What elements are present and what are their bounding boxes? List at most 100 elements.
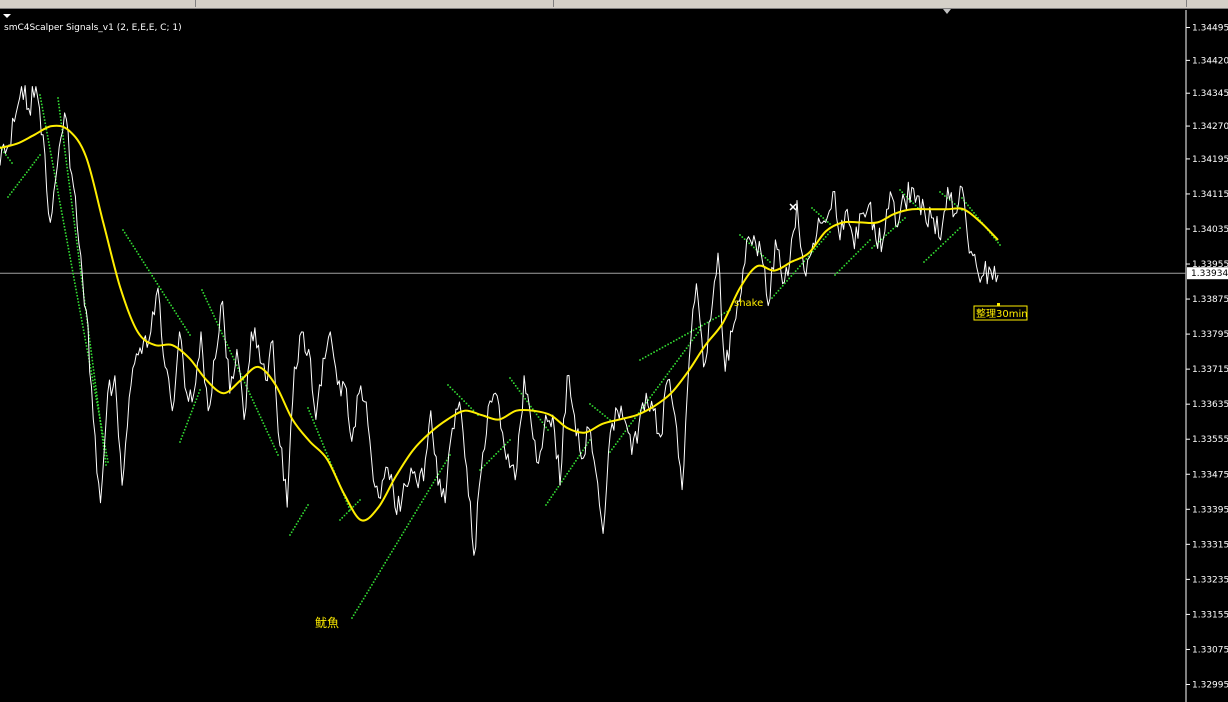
signal-dot xyxy=(66,169,69,172)
signal-dot xyxy=(74,233,77,235)
signal-dot xyxy=(899,221,902,224)
signal-dot xyxy=(701,324,703,327)
signal-dot xyxy=(56,185,58,187)
signal-dot xyxy=(123,231,126,234)
signal-dot xyxy=(499,448,502,451)
signal-dot xyxy=(325,452,328,454)
signal-dot xyxy=(178,318,181,320)
signal-dot xyxy=(89,343,92,346)
signal-dot xyxy=(69,192,72,194)
signal-dot xyxy=(39,94,41,96)
signal-dot xyxy=(796,267,799,270)
signal-dot xyxy=(49,147,51,150)
signal-dot xyxy=(680,355,682,357)
signal-dot xyxy=(675,338,678,341)
signal-dot xyxy=(308,410,311,412)
signal-dot xyxy=(975,214,977,217)
signal-dot xyxy=(289,534,291,536)
signal-dot xyxy=(815,211,818,213)
signal-dot xyxy=(670,342,672,344)
signal-dot xyxy=(514,385,517,387)
signal-dot xyxy=(706,321,709,324)
signal-dot xyxy=(624,430,627,433)
signal-dot xyxy=(83,335,86,338)
signal-dot xyxy=(947,238,949,241)
signal-dot xyxy=(511,379,513,382)
signal-dot xyxy=(834,274,836,276)
signal-dot xyxy=(82,326,84,328)
signal-dot xyxy=(391,550,393,553)
signal-dot xyxy=(130,242,133,245)
signal-dot xyxy=(142,261,145,264)
signal-dot xyxy=(292,528,295,531)
signal-dot xyxy=(547,429,549,431)
signal-dot xyxy=(189,334,191,336)
signal-dot xyxy=(345,512,348,515)
signal-dot xyxy=(871,247,873,249)
signal-dot xyxy=(318,434,320,436)
signal-dot xyxy=(681,335,683,338)
signal-dot xyxy=(53,169,55,172)
signal-dot xyxy=(5,154,7,156)
signal-dot xyxy=(379,570,382,572)
signal-dot xyxy=(275,451,278,453)
y-tick-label: 1.33875 xyxy=(1192,295,1228,305)
signal-dot xyxy=(873,245,876,247)
signal-dot xyxy=(530,405,532,408)
signal-dot xyxy=(647,354,650,357)
signal-dot xyxy=(163,293,166,296)
signal-dot xyxy=(97,404,99,406)
signal-dot xyxy=(79,271,82,273)
signal-dot xyxy=(70,201,73,204)
signal-dot xyxy=(79,268,82,270)
signal-dot xyxy=(161,291,164,293)
signal-dot xyxy=(386,559,388,561)
signal-dot xyxy=(66,166,68,169)
signal-dot xyxy=(687,344,690,347)
signal-dot xyxy=(192,407,194,410)
signal-dot xyxy=(68,251,70,253)
y-tick-label: 1.34270 xyxy=(1192,122,1228,132)
signal-dot xyxy=(40,100,42,103)
signal-dot xyxy=(185,425,187,428)
signal-dot xyxy=(182,432,185,434)
signal-dot xyxy=(445,459,448,462)
signal-dot xyxy=(576,457,579,459)
signal-dot xyxy=(937,247,940,250)
signal-dot xyxy=(24,173,26,176)
signal-dot xyxy=(50,153,52,156)
signal-dot xyxy=(661,346,664,349)
signal-dot xyxy=(799,265,801,268)
signal-dot xyxy=(175,312,178,315)
signal-dot xyxy=(39,154,41,156)
signal-dot xyxy=(74,226,76,229)
signal-dot xyxy=(824,236,827,238)
signal-dot xyxy=(98,410,100,413)
signal-dot xyxy=(319,437,322,439)
signal-dot xyxy=(26,171,28,174)
signal-dot xyxy=(235,364,238,367)
signal-dot xyxy=(215,321,218,323)
signal-dot xyxy=(903,193,906,196)
signal-dot xyxy=(779,287,782,290)
signal-dot xyxy=(78,307,81,310)
signal-dot xyxy=(179,441,181,443)
signal-dot xyxy=(97,407,100,409)
signal-dot xyxy=(323,446,325,448)
signal-dot xyxy=(967,204,969,207)
signal-dot xyxy=(72,211,74,213)
signal-dot xyxy=(678,337,681,339)
signal-dot xyxy=(614,443,617,446)
signal-dot xyxy=(389,553,392,556)
annotation-text: 整理30min xyxy=(976,307,1028,320)
signal-dot xyxy=(104,457,106,460)
signal-dot xyxy=(869,239,871,241)
signal-dot xyxy=(190,410,193,413)
signal-dot xyxy=(79,310,81,313)
signal-dot xyxy=(257,410,259,413)
signal-dot xyxy=(649,396,652,399)
signal-dot xyxy=(723,312,726,314)
signal-dot xyxy=(965,202,967,204)
signal-dot xyxy=(202,292,205,294)
signal-dot xyxy=(65,157,67,159)
